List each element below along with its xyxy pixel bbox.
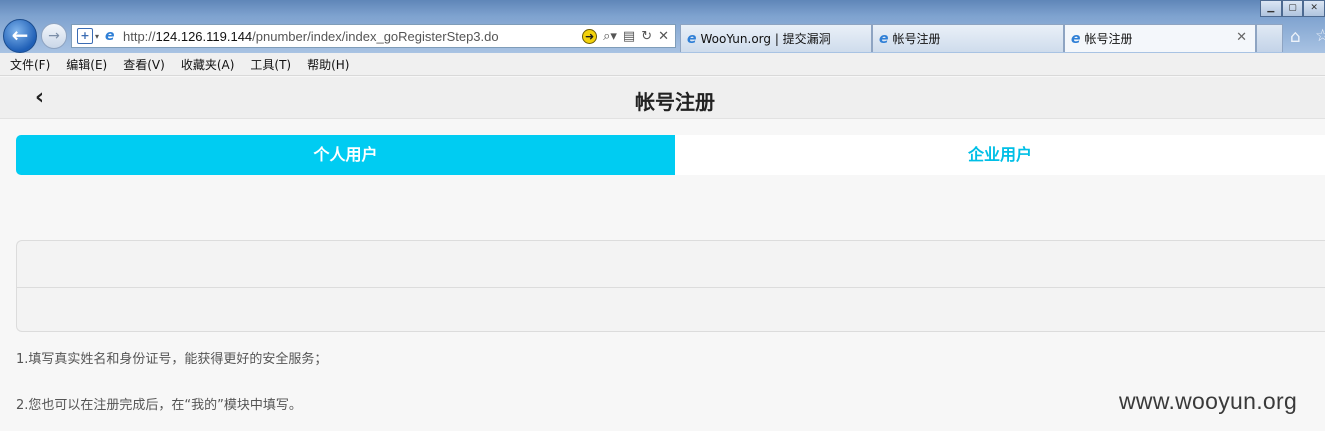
window-controls: ▁ ▢ ✕ xyxy=(1260,0,1325,17)
tab-label: WooYun.org | 提交漏洞 xyxy=(700,32,831,46)
page-title: 帐号注册 xyxy=(635,90,715,114)
address-bar[interactable]: + ▾ e http://124.126.119.144/pnumber/ind… xyxy=(71,24,676,48)
menu-view[interactable]: 查看(V) xyxy=(123,56,165,73)
identity-form xyxy=(16,240,1325,332)
favorites-star-icon[interactable]: ☆ xyxy=(1315,26,1325,46)
menu-tools[interactable]: 工具(T) xyxy=(250,56,291,73)
search-icon[interactable]: ⌕▾ xyxy=(603,29,617,44)
browser-forward-button[interactable]: → xyxy=(41,23,67,49)
menu-edit[interactable]: 编辑(E) xyxy=(66,56,107,73)
tab-enterprise-user[interactable]: 企业用户 xyxy=(675,135,1325,175)
close-tab-icon[interactable]: ✕ xyxy=(1236,30,1247,45)
url-host: 124.126.119.144 xyxy=(155,28,253,44)
id-number-input[interactable] xyxy=(17,288,1325,332)
url-prefix: http:// xyxy=(123,28,156,44)
note-2: 2.您也可以在注册完成后，在“我的”模块中填写。 xyxy=(16,398,302,413)
tab-label: 帐号注册 xyxy=(892,32,941,46)
tab-label: 帐号注册 xyxy=(1084,32,1133,46)
tab-wooyun[interactable]: e WooYun.org | 提交漏洞 xyxy=(680,24,872,52)
browser-back-button[interactable]: ← xyxy=(3,19,37,53)
tab-personal-user[interactable]: 个人用户 xyxy=(16,135,675,175)
page-header: ‹ 帐号注册 xyxy=(0,77,1325,119)
stop-icon[interactable]: ✕ xyxy=(658,29,669,44)
menu-help[interactable]: 帮助(H) xyxy=(307,56,349,73)
compatibility-view-icon[interactable]: ▤ xyxy=(623,29,635,44)
url-path: /pnumber/index/index_goRegisterStep3.do xyxy=(252,28,499,44)
new-tab-button[interactable] xyxy=(1256,24,1283,52)
go-icon[interactable]: ➜ xyxy=(582,28,598,44)
note-1: 1.填写真实姓名和身份证号，能获得更好的安全服务； xyxy=(16,352,328,367)
maximize-button[interactable]: ▢ xyxy=(1281,0,1304,17)
ie-tab-icon: e xyxy=(879,30,889,47)
menu-bar: 文件(F) 编辑(E) 查看(V) 收藏夹(A) 工具(T) 帮助(H) xyxy=(0,53,1325,76)
user-type-segmented-control: 个人用户 企业用户 xyxy=(16,135,1325,175)
compat-shield-icon[interactable]: + xyxy=(77,28,93,44)
ie-tab-icon: e xyxy=(1071,30,1081,47)
ie-tab-icon: e xyxy=(687,30,697,47)
real-name-input[interactable] xyxy=(17,241,1325,287)
form-row-id xyxy=(17,287,1325,332)
menu-favorites[interactable]: 收藏夹(A) xyxy=(181,56,235,73)
home-icon[interactable]: ⌂ xyxy=(1290,27,1301,47)
url-text[interactable]: http://124.126.119.144/pnumber/index/ind… xyxy=(123,29,582,44)
refresh-icon[interactable]: ↻ xyxy=(641,29,652,44)
close-window-button[interactable]: ✕ xyxy=(1303,0,1325,17)
chevron-down-icon[interactable]: ▾ xyxy=(95,32,105,41)
form-row-name xyxy=(17,241,1325,287)
menu-file[interactable]: 文件(F) xyxy=(10,56,50,73)
ie-page-icon: e xyxy=(105,28,115,44)
address-tools: ➜ ⌕▾ ▤ ↻ ✕ xyxy=(582,28,675,44)
browser-titlebar: ▁ ▢ ✕ ← → + ▾ e http://124.126.119.144/p… xyxy=(0,0,1325,53)
tab-register-1[interactable]: e 帐号注册 xyxy=(872,24,1064,52)
tab-register-active[interactable]: e 帐号注册 ✕ xyxy=(1064,24,1256,52)
minimize-button[interactable]: ▁ xyxy=(1260,0,1282,17)
watermark-text: www.wooyun.org xyxy=(1119,388,1298,414)
